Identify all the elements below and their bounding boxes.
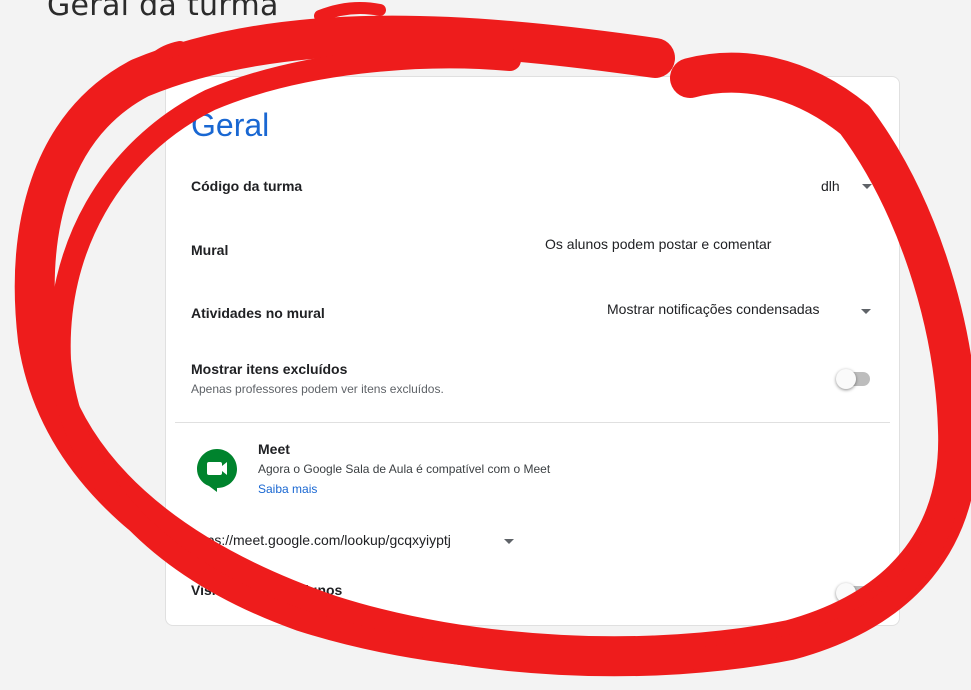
meet-title: Meet (258, 441, 290, 457)
toggle-thumb (836, 583, 856, 603)
classwork-on-stream-caret-down-icon[interactable] (861, 309, 871, 314)
show-deleted-description: Apenas professores podem ver itens exclu… (191, 382, 444, 396)
class-code-label: Código da turma (191, 178, 303, 194)
page-heading: Geral da turma (47, 0, 279, 23)
stream-setting-value[interactable]: Os alunos podem postar e comentar (545, 236, 771, 252)
google-meet-icon (197, 449, 237, 492)
classwork-on-stream-label: Atividades no mural (191, 305, 325, 321)
learn-more-link[interactable]: Saiba mais (258, 482, 317, 496)
show-deleted-label: Mostrar itens excluídos (191, 361, 348, 377)
stream-label: Mural (191, 242, 229, 258)
class-code-caret-down-icon[interactable] (862, 184, 872, 189)
section-title: Geral (191, 107, 270, 143)
visible-to-students-label-fragment-2: os alunos (277, 582, 343, 598)
general-settings-card: Geral Código da turma dlh Mural Os aluno… (165, 76, 900, 626)
meet-link-caret-down-icon[interactable] (504, 539, 514, 544)
meet-description: Agora o Google Sala de Aula é compatível… (258, 462, 551, 476)
class-code-value: dlh (821, 178, 840, 194)
visible-to-students-label-fragment: Visi (191, 582, 216, 598)
toggle-thumb (836, 369, 856, 389)
divider (175, 422, 890, 423)
meet-link-value[interactable]: https://meet.google.com/lookup/gcqxyiypt… (191, 532, 451, 548)
classwork-on-stream-value[interactable]: Mostrar notificações condensadas (607, 301, 819, 317)
visible-to-students-toggle[interactable] (836, 581, 872, 605)
show-deleted-toggle[interactable] (836, 367, 872, 391)
